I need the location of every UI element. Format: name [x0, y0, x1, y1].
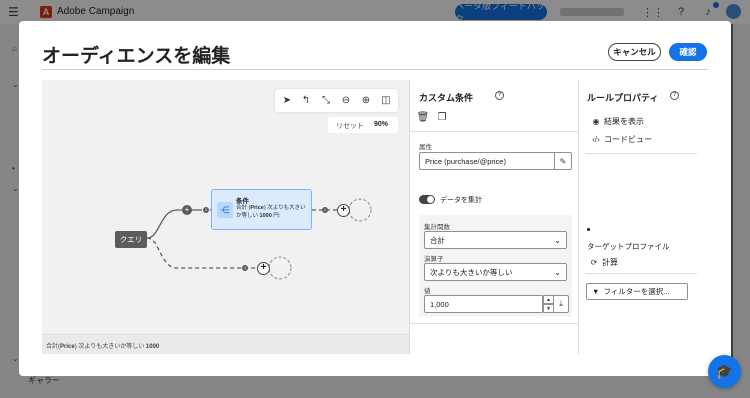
aggregate-settings: 集計関数 合計 ⌄ 演算子 次よりも大きいか等しい ⌄ 値 1,000 ▲ ▼ …: [419, 215, 572, 317]
title-divider: [42, 69, 708, 70]
canvas-summary-bar: 合計(Price) 次よりも大きいか等しい 1000: [42, 334, 409, 354]
panel-divider: [585, 153, 697, 154]
fit-view-icon[interactable]: ◫: [379, 93, 393, 107]
rule-properties-panel: ルールプロパティ ? ◉ 結果を表示 ‹/› コードビュー ターゲットプロファイ…: [579, 80, 709, 354]
undo-icon[interactable]: ↰: [299, 93, 313, 107]
operator-value: 次よりも大きいか等しい: [430, 267, 513, 277]
operator-label: 演算子: [424, 256, 444, 263]
node-port-output: 1: [322, 207, 328, 213]
custom-condition-title: カスタム条件: [419, 93, 474, 103]
confirm-button[interactable]: 確認: [669, 43, 707, 61]
modal-title: オーディエンスを編集: [42, 46, 231, 67]
canvas-toolbar: ➤ ↰ ⤡ ⊖ ⊕ ◫: [275, 89, 398, 112]
value-input[interactable]: 1,000: [424, 295, 543, 313]
node-port-else: 1: [242, 265, 248, 271]
show-results-button[interactable]: ◉ 結果を表示: [591, 116, 645, 127]
filter-select-button[interactable]: ▼ フィルターを選択...: [586, 283, 688, 300]
zoom-in-icon[interactable]: ⊕: [359, 93, 373, 107]
collapse-icon[interactable]: ⤡: [319, 93, 333, 107]
agg-function-value: 合計: [430, 235, 445, 245]
code-view-label: コードビュー: [604, 135, 652, 144]
rule-summary-text: 合計(Price) 次よりも大きいか等しい 1000: [46, 344, 160, 350]
edit-audience-modal: オーディエンスを編集 キャンセル 確認 クエリ + 1 ⋲ 条件 合計 (Pri…: [19, 21, 731, 376]
connector-query-to-else: [146, 237, 262, 269]
code-icon: ‹/›: [592, 135, 600, 144]
code-view-button[interactable]: ‹/› コードビュー: [591, 134, 652, 145]
select-pointer-icon[interactable]: ➤: [280, 93, 294, 107]
filter-select-label: フィルターを選択...: [603, 287, 670, 296]
query-node[interactable]: クエリ: [115, 231, 147, 248]
target-count-placeholder: [587, 228, 590, 231]
graduation-cap-icon[interactable]: 🎓: [708, 355, 741, 388]
aggregate-toggle[interactable]: [419, 195, 435, 204]
chevron-down-icon: ⌄: [554, 235, 561, 245]
duplicate-icon[interactable]: ❐: [436, 111, 448, 123]
download-icon[interactable]: ⤓: [553, 295, 569, 313]
info-icon[interactable]: ?: [670, 91, 679, 100]
target-profile-label: ターゲットプロファイル: [587, 242, 670, 251]
agg-function-select[interactable]: 合計 ⌄: [424, 231, 567, 249]
condition-node-desc: 合計 (Price) 次よりも大きいか等しい 1000 円:: [236, 205, 306, 219]
attribute-label: 属性: [419, 144, 432, 151]
aggregate-toggle-label: データを集計: [440, 197, 482, 204]
share-icon: ⋲: [217, 202, 233, 218]
custom-condition-panel: カスタム条件 ? 🗑 ❐ 属性 Price (purchase/@price) …: [409, 80, 580, 354]
node-port-input: 1: [203, 207, 209, 213]
add-node-plus-icon-top[interactable]: +: [337, 204, 350, 217]
panel-divider: [410, 131, 580, 132]
cancel-button[interactable]: キャンセル: [608, 43, 661, 61]
trash-icon[interactable]: 🗑: [417, 111, 430, 123]
zoom-reset-link[interactable]: リセット: [336, 121, 364, 131]
connector-query-to-condition: [146, 209, 202, 239]
zoom-out-icon[interactable]: ⊖: [339, 93, 353, 107]
show-results-label: 結果を表示: [604, 117, 644, 126]
add-node-plus-icon[interactable]: +: [182, 205, 192, 215]
zoom-control: リセット 90%: [328, 117, 398, 133]
panel-divider: [585, 273, 697, 274]
value-label: 値: [424, 288, 431, 295]
rule-properties-title: ルールプロパティ: [587, 93, 659, 103]
calculate-label: 計算: [602, 258, 618, 267]
edit-attribute-icon[interactable]: ✎: [554, 152, 572, 170]
agg-function-label: 集計関数: [424, 224, 450, 231]
operator-select[interactable]: 次よりも大きいか等しい ⌄: [424, 263, 567, 281]
refresh-icon: ⟳: [590, 258, 598, 267]
eye-icon: ◉: [592, 117, 600, 126]
zoom-level: 90%: [374, 121, 389, 128]
drop-zone-ring-top: [348, 198, 372, 222]
panel-divider: [410, 323, 580, 324]
condition-node[interactable]: ⋲ 条件 合計 (Price) 次よりも大きいか等しい 1000 円:: [211, 189, 312, 230]
chevron-down-icon: ⌄: [554, 267, 561, 277]
calculate-button[interactable]: ⟳ 計算: [589, 257, 618, 268]
add-node-plus-icon-bottom[interactable]: +: [257, 262, 270, 275]
filter-icon: ▼: [592, 287, 600, 296]
attribute-field[interactable]: Price (purchase/@price): [419, 152, 555, 170]
info-icon[interactable]: ?: [495, 91, 504, 100]
drop-zone-ring-bottom: [268, 256, 292, 280]
